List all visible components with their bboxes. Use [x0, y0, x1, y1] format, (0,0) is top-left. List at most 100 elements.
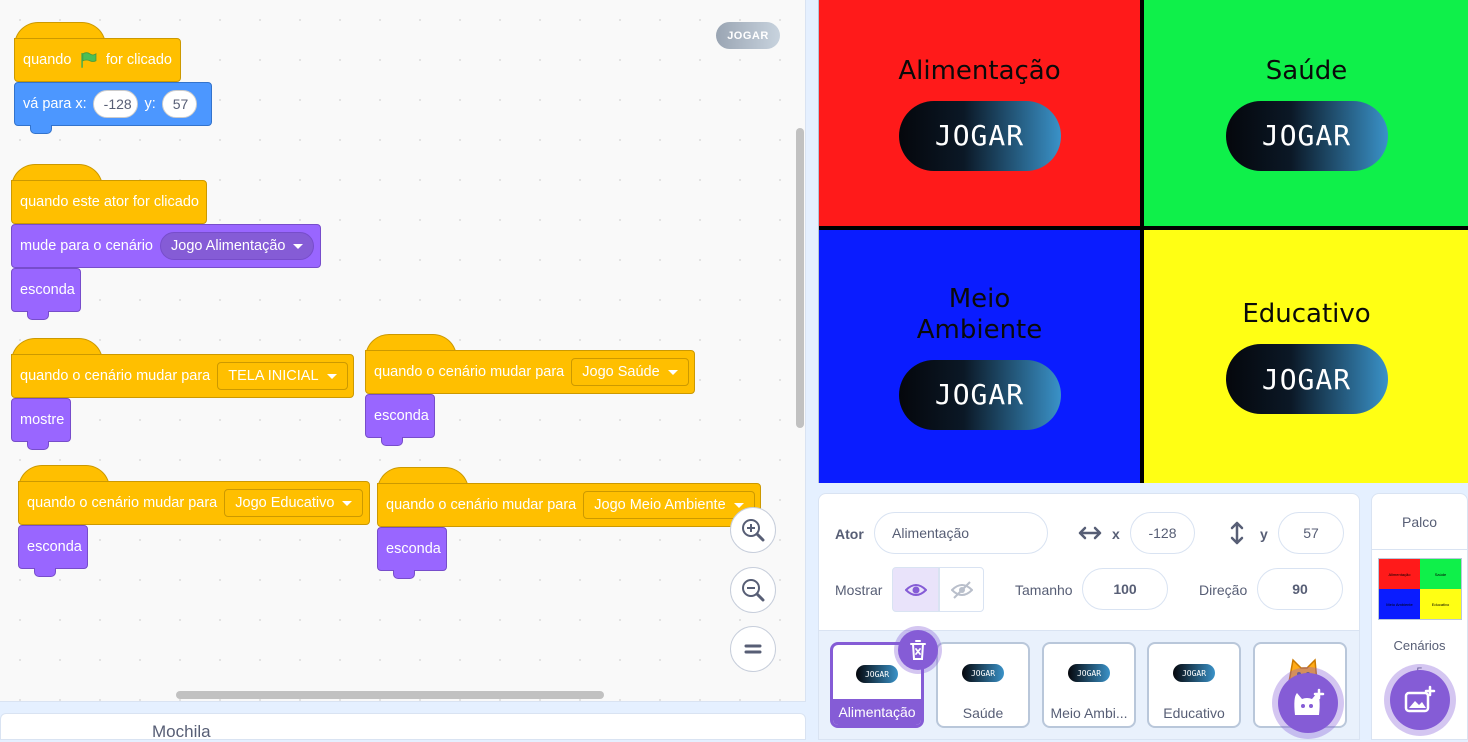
quadrant-alimentacao: Alimentação JOGAR: [819, 0, 1140, 226]
backpack-header[interactable]: Mochila: [0, 713, 806, 741]
goto-y-input[interactable]: 57: [161, 90, 197, 118]
when-backdrop-switches-block[interactable]: quando o cenário mudar para Jogo Meio Am…: [377, 483, 761, 527]
zoom-in-button[interactable]: [730, 507, 776, 553]
hide-label: esconda: [374, 408, 429, 424]
show-visible-toggle[interactable]: [892, 567, 939, 612]
y-label: y: [1260, 526, 1268, 542]
switch-backdrop-label: mude para o cenário: [20, 238, 153, 254]
sprite-name-input[interactable]: Alimentação: [874, 512, 1048, 554]
direction-input[interactable]: 90: [1257, 568, 1343, 610]
size-label: Tamanho: [1015, 582, 1073, 598]
choose-backdrop-button[interactable]: [1390, 670, 1450, 730]
choose-sprite-button[interactable]: [1278, 673, 1338, 733]
zoom-in-icon: [742, 519, 765, 542]
backdrop-hat-label: quando o cenário mudar para: [27, 495, 218, 511]
quadrant-saude: Saúde JOGAR: [1144, 0, 1468, 226]
block-notch: [381, 437, 403, 446]
zoom-reset-icon: [744, 644, 762, 654]
zoom-reset-button[interactable]: [730, 626, 776, 672]
show-block[interactable]: mostre: [11, 398, 71, 442]
sprite-thumbnail: JOGAR: [1068, 664, 1110, 682]
thumb-quadrant: Meio Ambiente: [1379, 589, 1420, 619]
trash-icon: [910, 640, 926, 660]
backdrop-hat-label: quando o cenário mudar para: [374, 364, 565, 380]
switch-backdrop-block[interactable]: mude para o cenário Jogo Alimentação: [11, 224, 321, 268]
block-notch: [30, 125, 52, 134]
zoom-out-button[interactable]: [730, 567, 776, 613]
code-workspace[interactable]: JOGAR quando for clicado vá para x: -128…: [0, 0, 806, 702]
show-label: mostre: [20, 412, 65, 428]
stage-canvas[interactable]: Alimentação JOGAR Saúde JOGAR Meio Ambie…: [818, 0, 1468, 483]
chevron-down-icon: [326, 373, 337, 379]
show-hidden-toggle[interactable]: [939, 567, 984, 612]
horizontal-arrows-icon: [1078, 526, 1102, 540]
green-flag-icon: [81, 52, 97, 68]
backdrop-dropdown[interactable]: Jogo Educativo: [224, 489, 364, 517]
backdrop-dropdown[interactable]: Jogo Meio Ambiente: [583, 491, 755, 519]
goto-x-input[interactable]: -128: [92, 90, 139, 118]
when-backdrop-switches-block[interactable]: quando o cenário mudar para TELA INICIAL: [11, 354, 354, 398]
sprite-label: Ator: [835, 526, 864, 542]
sprite-name: Educativo: [1163, 705, 1225, 721]
play-button[interactable]: JOGAR: [1225, 344, 1388, 414]
sprite-name: Alimentação: [833, 699, 921, 725]
vertical-scrollbar[interactable]: [796, 128, 804, 428]
hide-block[interactable]: esconda: [377, 527, 447, 571]
x-input[interactable]: -128: [1130, 512, 1195, 554]
sprite-info-panel: Ator Alimentação x -128 y 57 Mostrar Tam…: [818, 493, 1360, 631]
chevron-down-icon: [293, 243, 304, 249]
vertical-arrows-icon: [1230, 521, 1244, 545]
backdrop-dropdown-value: Jogo Alimentação: [171, 238, 286, 254]
when-sprite-clicked-block[interactable]: quando este ator for clicado: [11, 180, 207, 224]
block-notch: [27, 441, 49, 450]
play-button[interactable]: JOGAR: [898, 100, 1061, 171]
backdrop-dropdown[interactable]: Jogo Saúde: [571, 358, 689, 386]
divider: [1372, 549, 1467, 550]
sprite-name: Saúde: [962, 705, 1004, 721]
hide-label: esconda: [27, 539, 82, 555]
direction-label: Direção: [1199, 582, 1248, 598]
backdrop-dropdown-value: TELA INICIAL: [228, 368, 319, 384]
hide-block[interactable]: esconda: [18, 525, 88, 569]
sprite-tile-meio-ambiente[interactable]: JOGAR Meio Ambi...: [1042, 642, 1136, 728]
quadrant-educativo: Educativo JOGAR: [1144, 230, 1468, 483]
zoom-out-icon: [742, 579, 765, 602]
show-label: Mostrar: [835, 582, 883, 598]
when-backdrop-switches-block[interactable]: quando o cenário mudar para Jogo Saúde: [365, 350, 695, 394]
quadrant-title: Educativo: [1242, 299, 1371, 329]
block-notch: [34, 568, 56, 577]
play-button[interactable]: JOGAR: [1225, 100, 1388, 171]
delete-sprite-button[interactable]: [898, 630, 938, 670]
backdrops-label: Cenários: [1393, 638, 1446, 653]
goto-xy-block[interactable]: vá para x: -128 y: 57: [14, 82, 212, 126]
hide-block[interactable]: esconda: [365, 394, 435, 438]
y-input[interactable]: 57: [1278, 512, 1344, 554]
horizontal-scrollbar[interactable]: [176, 691, 604, 699]
sprite-tile-educativo[interactable]: JOGAR Educativo: [1147, 642, 1241, 728]
thumb-quadrant: Alimentação: [1379, 559, 1420, 589]
sprite-name: Meio Ambi...: [1050, 705, 1128, 721]
hide-label: esconda: [386, 541, 441, 557]
when-backdrop-switches-block[interactable]: quando o cenário mudar para Jogo Educati…: [18, 481, 370, 525]
clicked-label: for clicado: [105, 52, 172, 68]
thumb-quadrant: Saúde: [1420, 559, 1461, 589]
play-button[interactable]: JOGAR: [898, 359, 1061, 430]
size-input[interactable]: 100: [1082, 568, 1168, 610]
when-flag-clicked-block[interactable]: quando for clicado: [14, 38, 181, 82]
sprite-tile-saude[interactable]: JOGAR Saúde: [936, 642, 1030, 728]
sprite-thumbnail: JOGAR: [856, 665, 898, 683]
sprite-thumbnail: JOGAR: [962, 664, 1004, 682]
eye-icon: [904, 583, 927, 596]
backdrop-hat-label: quando o cenário mudar para: [386, 497, 577, 513]
stage-panel-title: Palco: [1401, 514, 1438, 530]
x-label: x: [1112, 526, 1120, 542]
quadrant-title: Saúde: [1265, 55, 1348, 86]
backdrop-dropdown[interactable]: TELA INICIAL: [217, 362, 348, 390]
hide-block[interactable]: esconda: [11, 268, 81, 312]
backdrop-dropdown[interactable]: Jogo Alimentação: [160, 232, 315, 260]
backdrop-dropdown-value: Jogo Educativo: [235, 495, 335, 511]
add-sprite-cat-icon: [1294, 688, 1325, 715]
stage-thumbnail: Alimentação Saúde Meio Ambiente Educativ…: [1378, 558, 1462, 620]
backpack-label: Mochila: [152, 722, 211, 741]
add-backdrop-icon: [1404, 685, 1436, 713]
